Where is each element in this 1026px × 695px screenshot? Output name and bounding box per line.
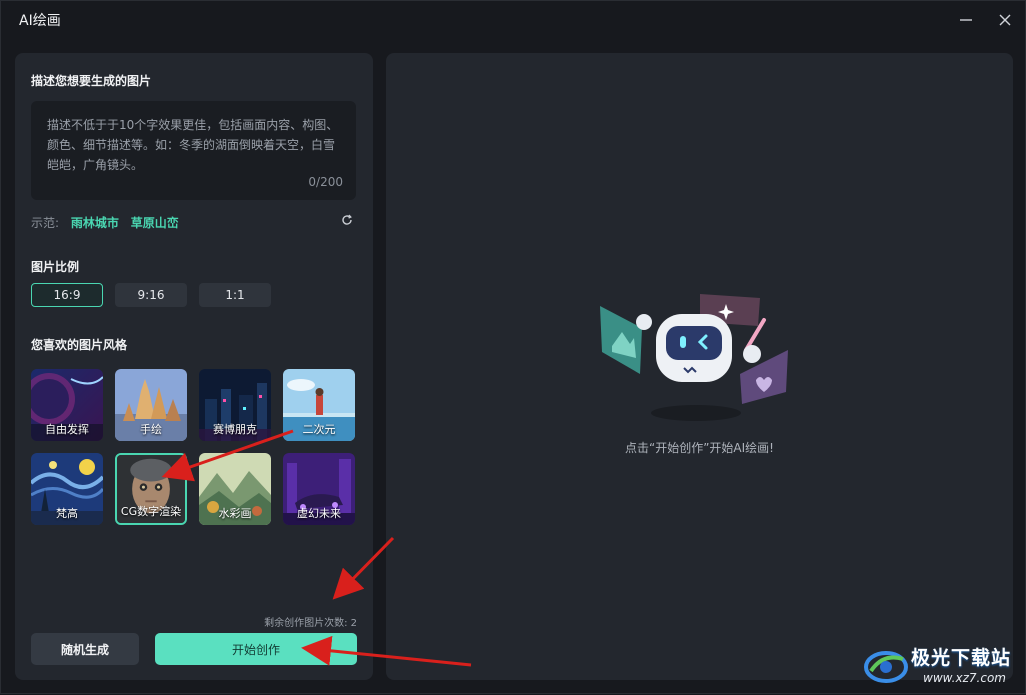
window-title: AI绘画 bbox=[19, 13, 61, 29]
remaining-count-text: 剩余创作图片次数: 2 bbox=[264, 618, 357, 629]
watermark: 极光下载站 www.xz7.com bbox=[863, 641, 1023, 693]
examples-row: 示范: 雨林城市 草原山峦 bbox=[31, 214, 356, 232]
prompt-input[interactable]: 描述不低于于10个字效果更佳，包括画面内容、构图、颜色、细节描述等。如：冬季的湖… bbox=[31, 101, 356, 200]
style-label: 梵高 bbox=[56, 507, 78, 520]
prompt-char-counter: 0/200 bbox=[308, 175, 343, 189]
style-tile-anime[interactable]: 二次元 bbox=[283, 369, 355, 441]
ratio-16-9-button[interactable]: 16:9 bbox=[31, 283, 103, 307]
prompt-section-title: 描述您想要生成的图片 bbox=[31, 74, 152, 88]
style-label: 水彩画 bbox=[218, 507, 252, 520]
app-window: AI绘画 描述您想要生成的图片 描述不低于于10个字效果更佳，包括画面内容、构图… bbox=[0, 0, 1026, 694]
close-icon[interactable] bbox=[994, 9, 1016, 31]
example-grassland-mountains[interactable]: 草原山峦 bbox=[131, 216, 179, 230]
style-tile-hand-drawn[interactable]: 手绘 bbox=[115, 369, 187, 441]
style-label: CG数字渲染 bbox=[120, 505, 182, 518]
style-tile-unreal-future[interactable]: 虚幻未来 bbox=[283, 453, 355, 525]
example-rainforest-city[interactable]: 雨林城市 bbox=[71, 216, 119, 230]
random-generate-button[interactable]: 随机生成 bbox=[31, 633, 139, 665]
empty-state-text: 点击“开始创作”开始AI绘画! bbox=[625, 441, 774, 455]
style-label: 二次元 bbox=[302, 423, 336, 436]
prompt-placeholder: 描述不低于于10个字效果更佳，包括画面内容、构图、颜色、细节描述等。如：冬季的湖… bbox=[47, 118, 339, 172]
style-tile-van-gogh[interactable]: 梵高 bbox=[31, 453, 103, 525]
ratio-1-1-button[interactable]: 1:1 bbox=[199, 283, 271, 307]
title-bar: AI绘画 bbox=[1, 1, 1025, 39]
style-label: 虚幻未来 bbox=[297, 507, 341, 520]
style-tile-cg-digital[interactable]: CG数字渲染 bbox=[115, 453, 187, 525]
settings-panel: 描述您想要生成的图片 描述不低于于10个字效果更佳，包括画面内容、构图、颜色、细… bbox=[15, 53, 373, 680]
style-tile-cyberpunk[interactable]: 赛博朋克 bbox=[199, 369, 271, 441]
robot-illustration bbox=[600, 294, 788, 421]
examples-label: 示范: bbox=[31, 216, 60, 230]
style-label: 手绘 bbox=[140, 423, 162, 436]
minimize-icon[interactable] bbox=[955, 9, 977, 31]
style-tile-free[interactable]: 自由发挥 bbox=[31, 369, 103, 441]
watermark-url: www.xz7.com bbox=[923, 671, 1006, 685]
watermark-name: 极光下载站 bbox=[911, 647, 1012, 669]
refresh-icon[interactable] bbox=[340, 214, 354, 228]
style-tile-watercolor[interactable]: 水彩画 bbox=[199, 453, 271, 525]
aurora-logo-icon bbox=[864, 651, 908, 683]
ratio-9-16-button[interactable]: 9:16 bbox=[115, 283, 187, 307]
style-section-title: 您喜欢的图片风格 bbox=[31, 338, 128, 352]
preview-panel: 点击“开始创作”开始AI绘画! bbox=[386, 53, 1013, 680]
style-label: 自由发挥 bbox=[45, 423, 89, 436]
ratio-section-title: 图片比例 bbox=[31, 260, 80, 274]
style-label: 赛博朋克 bbox=[213, 423, 257, 436]
start-create-button[interactable]: 开始创作 bbox=[155, 633, 357, 665]
